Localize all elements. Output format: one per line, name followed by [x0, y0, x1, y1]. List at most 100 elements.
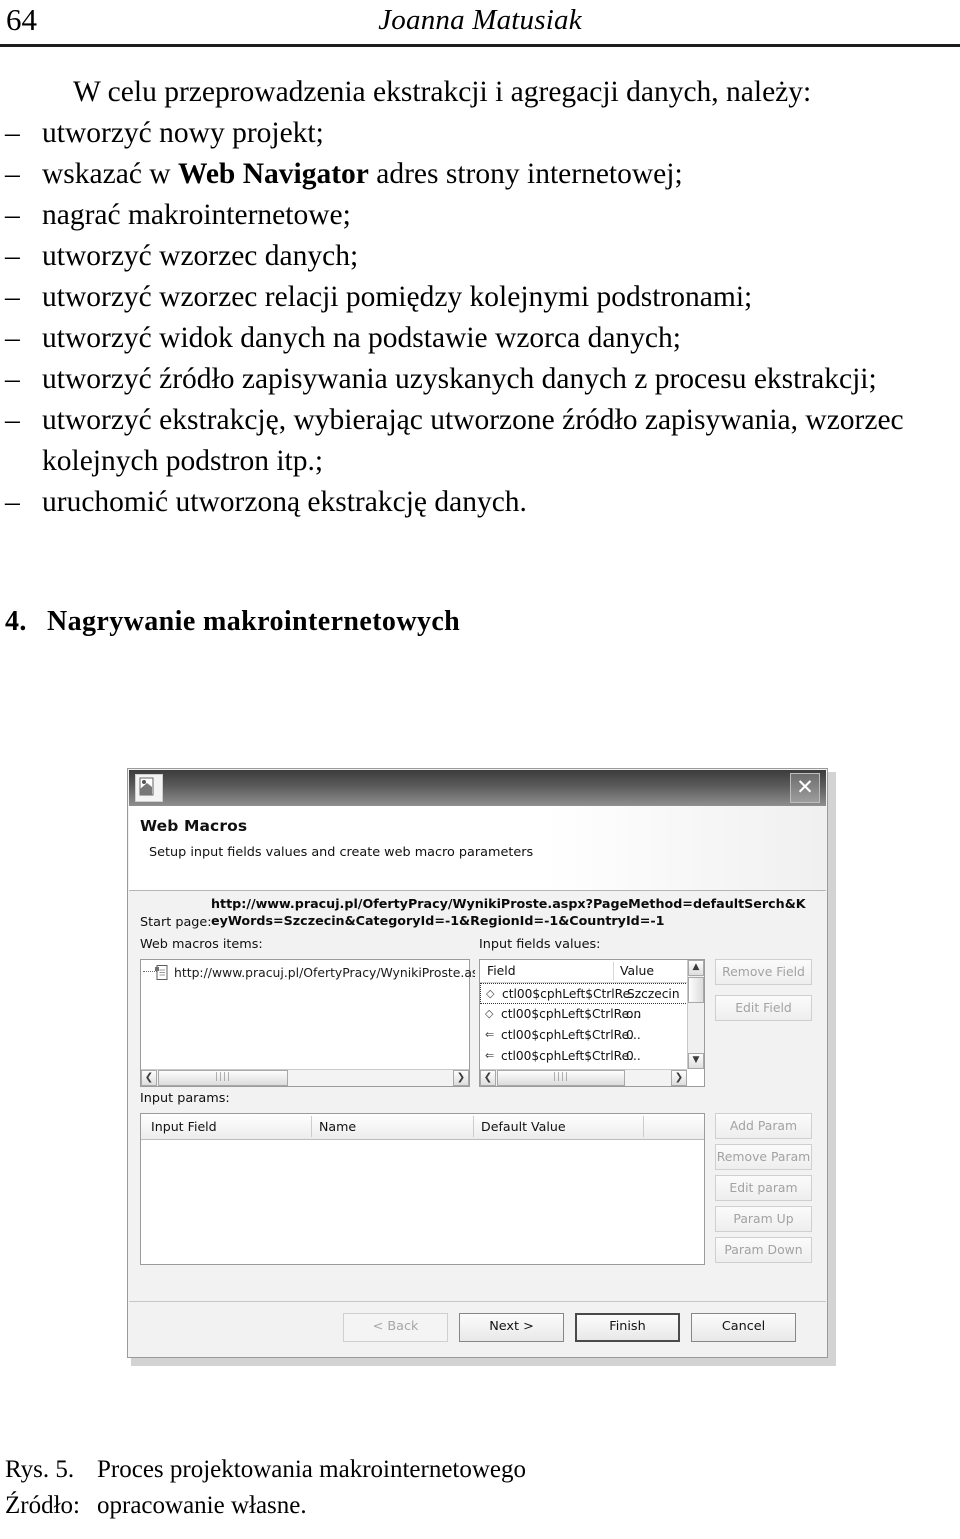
- dialog-footer: < Back Next > Finish Cancel: [129, 1301, 826, 1356]
- scroll-left-arrow[interactable]: ❮: [141, 1070, 157, 1086]
- list-bullet: –: [5, 117, 20, 149]
- list-item-text: utworzyć źródło zapisywania uzyskanych d…: [42, 363, 877, 395]
- tree-item-label: http://www.pracuj.pl/OfertyPracy/WynikiP…: [174, 965, 475, 980]
- start-page-label: Start page:: [140, 915, 212, 930]
- listview-hscrollbar[interactable]: ❮ |||| ❯: [480, 1069, 687, 1086]
- field-type-icon: ⇐: [485, 1028, 495, 1041]
- cell-field: ctl00$cphLeft$CtrlRe...: [501, 1028, 641, 1042]
- app-icon: [135, 774, 163, 802]
- list-item: – utworzyć źródło zapisywania uzyskanych …: [0, 359, 960, 400]
- field-type-icon: ⇐: [485, 1049, 495, 1062]
- list-item-text: uruchomić utworzoną ekstrakcję danych.: [42, 486, 527, 518]
- hscroll-thumb[interactable]: ||||: [497, 1070, 625, 1086]
- cell-value: Szczecin: [627, 987, 680, 1001]
- table-row[interactable]: ⇐ ctl00$cphLeft$CtrlRe... 0: [480, 1046, 690, 1067]
- hscroll-thumb[interactable]: ||||: [158, 1070, 288, 1086]
- close-icon[interactable]: ✕: [790, 773, 820, 803]
- figure-screenshot: ✕ Web Macros Setup input fields values a…: [127, 768, 836, 1366]
- tree-item[interactable]: http://www.pracuj.pl/OfertyPracy/WynikiP…: [155, 965, 475, 983]
- input-fields-listview[interactable]: Field Value ◇ ctl00$cphLeft$CtrlRe... Sz…: [479, 959, 705, 1087]
- tree-hscrollbar[interactable]: ❮ |||| ❯: [141, 1069, 469, 1086]
- running-title: Joanna Matusiak: [378, 4, 582, 36]
- body-text: W celu przeprowadzenia ekstrakcji i agre…: [0, 72, 960, 523]
- section-title: Nagrywanie makrointernetowych: [47, 606, 461, 637]
- wizard-header: Web Macros Setup input fields values and…: [129, 806, 826, 891]
- section-heading: 4. Nagrywanie makrointernetowych: [5, 604, 905, 640]
- section-number: 4.: [5, 606, 27, 637]
- scroll-left-arrow[interactable]: ❮: [480, 1070, 496, 1086]
- table-row[interactable]: ◇ ctl00$cphLeft$CtrlRe... on: [480, 1004, 690, 1025]
- wizard-title: Web Macros: [140, 817, 248, 835]
- field-type-icon: ◇: [485, 1007, 494, 1020]
- list-item: – uruchomić utworzoną ekstrakcję danych.: [0, 482, 960, 523]
- figure-caption: Rys. 5. Proces projektowania makrointerne…: [5, 1452, 905, 1524]
- list-item-text: utworzyć widok danych na podstawie wzorc…: [42, 322, 681, 354]
- params-grid-header: Input Field Name Default Value: [141, 1114, 704, 1140]
- list-item-text-bold: Web Navigator: [177, 158, 369, 190]
- start-page-value: http://www.pracuj.pl/OfertyPracy/WynikiP…: [211, 896, 806, 928]
- table-row[interactable]: ◇ ctl00$cphLeft$CtrlRe... Szczecin: [480, 983, 690, 1004]
- column-header-default-value[interactable]: Default Value: [481, 1119, 566, 1134]
- listview-header: Field Value: [480, 960, 704, 983]
- list-item: – utworzyć nowy projekt;: [0, 113, 960, 154]
- column-header-name[interactable]: Name: [319, 1119, 356, 1134]
- list-bullet: –: [5, 199, 20, 231]
- list-item-text: utworzyć nowy projekt;: [42, 117, 324, 149]
- next-button[interactable]: Next >: [459, 1313, 564, 1342]
- column-header-value[interactable]: Value: [620, 963, 654, 978]
- list-item: – utworzyć ekstrakcję, wybierając utworzo…: [0, 400, 960, 482]
- vscroll-thumb[interactable]: [688, 977, 704, 1003]
- page-header: 64 Joanna Matusiak: [0, 0, 960, 48]
- input-params-grid[interactable]: Input Field Name Default Value: [140, 1113, 705, 1265]
- dialog-titlebar[interactable]: ✕: [129, 770, 826, 807]
- list-bullet: –: [5, 158, 20, 190]
- figure-caption-line: Rys. 5. Proces projektowania makrointerne…: [5, 1452, 905, 1488]
- list-bullet: –: [5, 281, 20, 313]
- column-separator: [311, 1116, 312, 1137]
- list-item: – nagrać makrointernetowe;: [0, 195, 960, 236]
- web-macros-dialog: ✕ Web Macros Setup input fields values a…: [127, 768, 828, 1358]
- scroll-right-arrow[interactable]: ❯: [453, 1070, 469, 1086]
- list-item: – wskazać w Web Navigator adres strony in…: [0, 154, 960, 195]
- list-bullet: –: [5, 322, 20, 354]
- param-up-button[interactable]: Param Up: [715, 1206, 812, 1232]
- cell-field: ctl00$cphLeft$CtrlRe...: [501, 1049, 641, 1063]
- column-header-field[interactable]: Field: [487, 963, 516, 978]
- figure-caption-text: Proces projektowania makrointernetowego: [97, 1456, 527, 1483]
- cancel-button[interactable]: Cancel: [691, 1313, 796, 1342]
- source-text: opracowanie własne.: [97, 1492, 307, 1519]
- figure-number: Rys. 5.: [5, 1456, 75, 1483]
- param-down-button[interactable]: Param Down: [715, 1237, 812, 1263]
- add-param-button[interactable]: Add Param: [715, 1113, 812, 1139]
- field-type-icon: ◇: [486, 987, 495, 1000]
- figure-source-line: Źródło: opracowanie własne.: [5, 1488, 905, 1524]
- list-item-text-post: adres strony internetowej;: [368, 158, 683, 190]
- list-bullet: –: [5, 363, 20, 395]
- scroll-right-arrow[interactable]: ❯: [671, 1070, 687, 1086]
- list-item: – utworzyć wzorzec danych;: [0, 236, 960, 277]
- procedure-list: – utworzyć nowy projekt; – wskazać w Web N…: [0, 113, 960, 523]
- cell-value: on: [626, 1007, 642, 1021]
- column-separator: [473, 1116, 474, 1137]
- edit-param-button[interactable]: Edit param: [715, 1175, 812, 1201]
- scroll-down-arrow[interactable]: ▼: [688, 1053, 704, 1069]
- document-icon: [155, 965, 169, 983]
- list-item-text: nagrać makrointernetowe;: [42, 199, 351, 231]
- column-header-input-field[interactable]: Input Field: [151, 1119, 217, 1134]
- wizard-subtitle: Setup input fields values and create web…: [149, 845, 534, 860]
- list-item-text: utworzyć wzorzec danych;: [42, 240, 359, 272]
- scroll-up-arrow[interactable]: ▲: [688, 960, 704, 976]
- web-macros-tree[interactable]: http://www.pracuj.pl/OfertyPracy/WynikiP…: [140, 959, 475, 1087]
- remove-field-button[interactable]: Remove Field: [715, 959, 812, 985]
- cell-field: ctl00$cphLeft$CtrlRe...: [501, 1007, 641, 1021]
- list-item-text-pre: wskazać w: [42, 158, 178, 190]
- listview-vscrollbar[interactable]: ▲ ▼: [687, 960, 704, 1069]
- list-bullet: –: [5, 486, 20, 518]
- back-button[interactable]: < Back: [343, 1313, 448, 1342]
- table-row[interactable]: ⇐ ctl00$cphLeft$CtrlRe... 0: [480, 1025, 690, 1046]
- finish-button[interactable]: Finish: [575, 1313, 680, 1342]
- list-item: – utworzyć wzorzec relacji pomiędzy kolej…: [0, 277, 960, 318]
- column-separator: [643, 1116, 644, 1137]
- remove-param-button[interactable]: Remove Param: [715, 1144, 812, 1170]
- edit-field-button[interactable]: Edit Field: [715, 995, 812, 1021]
